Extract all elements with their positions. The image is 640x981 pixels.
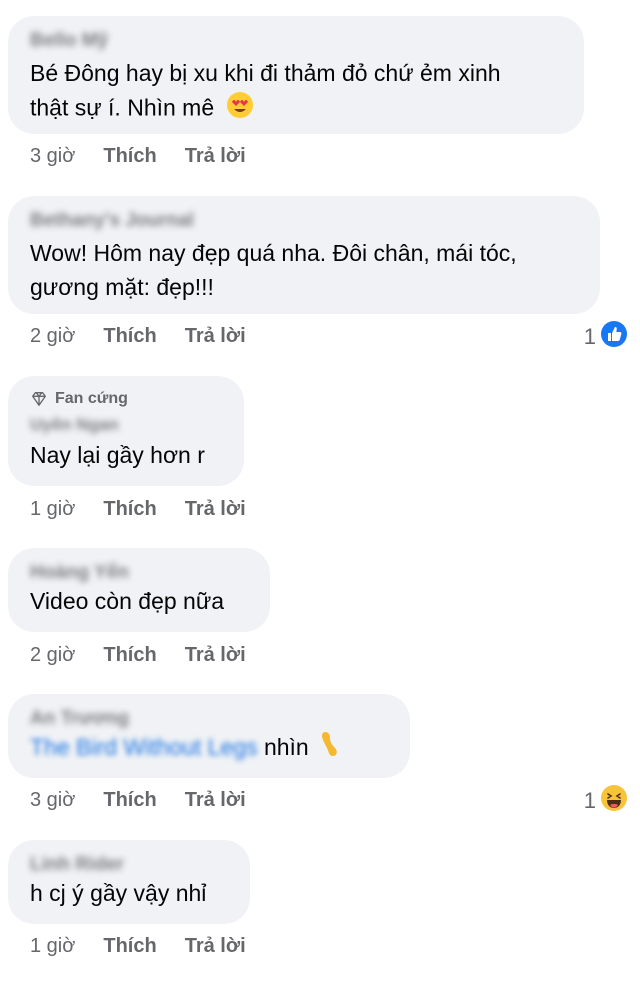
comment-time[interactable]: 2 giờ bbox=[30, 644, 75, 667]
comment-time[interactable]: 1 giờ bbox=[30, 935, 75, 958]
comment-bubble[interactable]: Hoàng Yến Video còn đẹp nữa bbox=[8, 548, 270, 632]
comment-text-line: gương mặt: đẹp!!! bbox=[30, 274, 214, 300]
comment-text: h cj ý gầy vậy nhỉ bbox=[30, 876, 228, 910]
comment-bubble[interactable]: Bello Mỹ Bé Đông hay bị xu khi đi thảm đ… bbox=[8, 16, 584, 134]
author-name[interactable]: Bello Mỹ bbox=[30, 30, 562, 52]
author-name[interactable]: Uyên Ngan bbox=[30, 414, 222, 436]
comment-time[interactable]: 2 giờ bbox=[30, 325, 75, 348]
comment-text-line: thật sự í. Nhìn mê bbox=[30, 94, 215, 121]
author-name[interactable]: Linh Rider bbox=[30, 854, 228, 876]
fan-badge: Fan cứng bbox=[30, 388, 222, 410]
author-name[interactable]: Hoàng Yến bbox=[30, 562, 248, 584]
like-button[interactable]: Thích bbox=[103, 935, 156, 958]
comment-bubble[interactable]: Bethany's Journal Wow! Hôm nay đẹp quá n… bbox=[8, 196, 600, 314]
comment-actions: 1 giờ Thích Trả lời bbox=[30, 498, 246, 521]
like-button[interactable]: Thích bbox=[103, 145, 156, 168]
comment-time[interactable]: 1 giờ bbox=[30, 498, 75, 521]
comment-text: Video còn đẹp nữa bbox=[30, 584, 248, 618]
comment-time[interactable]: 3 giờ bbox=[30, 145, 75, 168]
reaction-count: 1 bbox=[583, 324, 596, 349]
comment-text-line: Video còn đẹp nữa bbox=[30, 588, 225, 614]
comment-actions: 3 giờ Thích Trả lời bbox=[30, 145, 246, 168]
badge-label: Fan cứng bbox=[55, 390, 128, 407]
comment-actions: 2 giờ Thích Trả lời bbox=[30, 325, 246, 348]
comment-text-line: Nay lại gầy hơn r bbox=[30, 442, 205, 468]
author-name[interactable]: An Trương bbox=[30, 708, 388, 730]
leg-emoji-icon bbox=[319, 730, 341, 767]
like-button[interactable]: Thích bbox=[103, 644, 156, 667]
mention-link[interactable]: The Bird Without Legs bbox=[30, 734, 258, 760]
comment-text: Wow! Hôm nay đẹp quá nha. Đôi chân, mái … bbox=[30, 236, 578, 304]
comment-bubble[interactable]: Linh Rider h cj ý gầy vậy nhỉ bbox=[8, 840, 250, 924]
comment-text-line: nhìn bbox=[257, 734, 309, 760]
like-button[interactable]: Thích bbox=[103, 325, 156, 348]
reply-button[interactable]: Trả lời bbox=[185, 325, 246, 348]
comment-text-line: Bé Đông hay bị xu khi đi thảm đỏ chứ ẻm … bbox=[30, 60, 501, 86]
comment-text: Nay lại gầy hơn r bbox=[30, 438, 222, 472]
like-button[interactable]: Thích bbox=[103, 789, 156, 812]
reply-button[interactable]: Trả lời bbox=[185, 145, 246, 168]
comment-actions: 1 giờ Thích Trả lời bbox=[30, 935, 246, 958]
reaction-count: 1 bbox=[583, 788, 596, 813]
reply-button[interactable]: Trả lời bbox=[185, 498, 246, 521]
comment-text-line: h cj ý gầy vậy nhỉ bbox=[30, 880, 207, 906]
comment-bubble[interactable]: An Trương The Bird Without Legs nhìn bbox=[8, 694, 410, 778]
comment-text: The Bird Without Legs nhìn bbox=[30, 730, 388, 767]
reaction-summary[interactable]: 1 bbox=[584, 784, 628, 818]
comment-bubble[interactable]: Fan cứng Uyên Ngan Nay lại gầy hơn r bbox=[8, 376, 244, 486]
reply-button[interactable]: Trả lời bbox=[185, 789, 246, 812]
diamond-icon bbox=[32, 392, 46, 406]
comment-actions: 3 giờ Thích Trả lời bbox=[30, 789, 246, 812]
heart-eyes-emoji-icon bbox=[225, 90, 255, 129]
like-button[interactable]: Thích bbox=[103, 498, 156, 521]
reaction-summary[interactable]: 1 bbox=[584, 320, 628, 354]
comment-text: Bé Đông hay bị xu khi đi thảm đỏ chứ ẻm … bbox=[30, 56, 562, 129]
author-name[interactable]: Bethany's Journal bbox=[30, 210, 578, 232]
reply-button[interactable]: Trả lời bbox=[185, 935, 246, 958]
haha-icon bbox=[600, 784, 628, 818]
comment-time[interactable]: 3 giờ bbox=[30, 789, 75, 812]
reply-button[interactable]: Trả lời bbox=[185, 644, 246, 667]
comment-text-line: Wow! Hôm nay đẹp quá nha. Đôi chân, mái … bbox=[30, 240, 517, 266]
comment-actions: 2 giờ Thích Trả lời bbox=[30, 644, 246, 667]
like-icon bbox=[600, 320, 628, 354]
